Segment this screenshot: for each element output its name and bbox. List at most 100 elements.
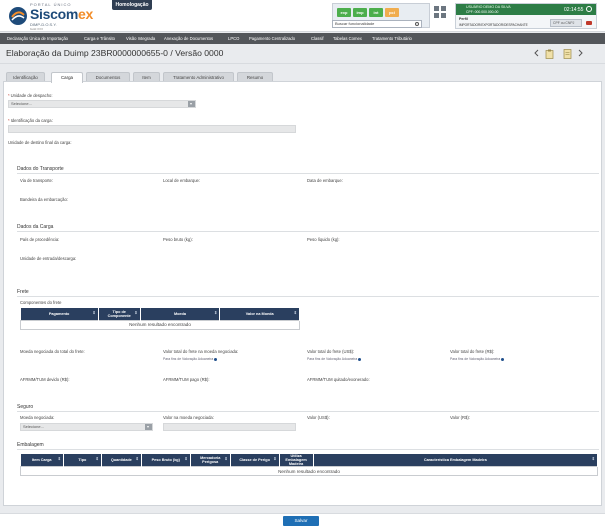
- build-label: build XXX: [30, 27, 44, 31]
- frete-components-table: Pagamento ⇕ Tipo de Componente ⇕ Moeda ⇕ Va…: [20, 308, 300, 330]
- sort-icon: ⇕: [57, 456, 61, 461]
- nav-item-lpco[interactable]: LPCO: [228, 33, 239, 44]
- hint-text: Para fins de Valoração Aduaneira: [163, 357, 214, 361]
- user-name: USUÁRIO DEMO DA SILVA: [466, 5, 511, 9]
- afrmm-pago-label: AFRMM/TUM pago (R$):: [163, 377, 210, 382]
- module-exp[interactable]: exp: [337, 8, 351, 17]
- cart-icon[interactable]: [586, 21, 592, 25]
- col-moeda[interactable]: Moeda ⇕: [140, 308, 221, 320]
- identificacao-carga-label-text: Identificação da carga:: [10, 118, 53, 123]
- module-int[interactable]: int: [369, 8, 383, 17]
- empty-message: Nenhum resultado encontrado: [20, 319, 300, 330]
- sort-icon: ⇕: [184, 456, 188, 461]
- sort-icon: ⇕: [293, 310, 297, 315]
- embalagem-table: Item Carga ⇕ Tipo ⇕ Quantidade ⇕ Peso Bruto…: [20, 454, 599, 476]
- bandeira-label: Bandeira da embarcação:: [20, 197, 68, 202]
- col-label: Mercadoria Perigosa: [200, 456, 221, 464]
- afrmm-quitado-label: AFRMM/TUM quitado/exonerado:: [307, 377, 370, 382]
- table-row: Nenhum resultado encontrado: [20, 319, 300, 330]
- hint-valoracao: Para fins de Valoração Aduaneira: [163, 357, 218, 361]
- moeda-seguro-value: Selecione...: [23, 424, 44, 429]
- search-input[interactable]: Buscar funcionalidade: [332, 20, 422, 28]
- tab-carga[interactable]: Carga: [51, 72, 83, 83]
- section-seguro: Seguro: [17, 404, 34, 410]
- col-utiliza-madeira[interactable]: Utiliza Embalagem Madeira: [279, 454, 314, 467]
- col-label: Utiliza Embalagem Madeira: [285, 454, 307, 466]
- nav-item-duimp[interactable]: Declaração Única de Importação: [7, 33, 68, 44]
- col-classe-perigo[interactable]: Classe de Perigo ⇕: [230, 454, 280, 467]
- unidade-despacho-value: Selecione...: [11, 101, 32, 106]
- chevron-down-icon: [188, 101, 195, 107]
- apps-grid-icon[interactable]: [434, 6, 447, 19]
- identificacao-carga-input[interactable]: [8, 125, 296, 133]
- session-timer: 02:14:55: [564, 7, 584, 13]
- col-label: Item Carga: [31, 458, 52, 462]
- section-dados-transporte: Dados do Transporte: [17, 166, 64, 172]
- chevron-down-icon: [145, 424, 152, 430]
- afrmm-devido-label: AFRMM/TUM devido (R$):: [20, 377, 70, 382]
- clipboard-icon[interactable]: [545, 49, 554, 59]
- col-valor-moeda[interactable]: Valor na Moeda ⇕: [219, 308, 300, 320]
- col-item-carga[interactable]: Item Carga ⇕: [20, 454, 64, 467]
- module-pcl[interactable]: pcl: [385, 8, 399, 17]
- nav-item-visao[interactable]: Visão Integrada: [126, 33, 155, 44]
- document-icon[interactable]: [563, 49, 572, 59]
- info-icon[interactable]: [214, 357, 218, 361]
- nav-item-classif[interactable]: Classif: [311, 33, 324, 44]
- module-imp[interactable]: imp: [353, 8, 367, 17]
- col-tipo[interactable]: Tipo ⇕: [63, 454, 102, 467]
- page-root: PORTAL ÚNICO Siscomex DIMP-D.O.S.Y. buil…: [0, 0, 605, 530]
- local-embarque-label: Local de embarque:: [163, 178, 201, 183]
- save-button[interactable]: Salvar: [283, 516, 319, 526]
- perfil-value: IMPORTADOR/EXPORTADOR/DESPACHANTE: [459, 23, 528, 27]
- unidade-despacho-select[interactable]: Selecione...: [8, 100, 196, 108]
- section-divider: [17, 449, 599, 450]
- nav-item-anexacao[interactable]: Anexação de Documentos: [164, 33, 213, 44]
- chevron-left-icon[interactable]: [533, 49, 539, 57]
- power-icon[interactable]: [586, 6, 592, 12]
- via-transporte-label: Via de transporte:: [20, 178, 53, 183]
- table-header-row: Pagamento ⇕ Tipo de Componente ⇕ Moeda ⇕ Va…: [20, 308, 300, 320]
- brand-logo[interactable]: Siscomex: [30, 6, 93, 22]
- data-embarque-label: Data de embarque:: [307, 178, 343, 183]
- tab-content-carga: [3, 81, 602, 506]
- peso-bruto-label: Peso bruto (kg):: [163, 237, 193, 242]
- nav-item-carga[interactable]: Carga e Trânsito: [84, 33, 115, 44]
- col-mercadoria-perigosa[interactable]: Mercadoria Perigosa ⇕: [190, 454, 231, 467]
- empty-message: Nenhum resultado encontrado: [20, 466, 598, 476]
- col-quantidade[interactable]: Quantidade ⇕: [101, 454, 142, 467]
- brand-main: Siscom: [30, 6, 78, 22]
- top-header: PORTAL ÚNICO Siscomex DIMP-D.O.S.Y. buil…: [0, 0, 605, 32]
- sort-icon: ⇕: [95, 456, 99, 461]
- search-icon[interactable]: [415, 22, 419, 26]
- nav-item-tabelas[interactable]: Tabelas Comex: [333, 33, 362, 44]
- valor-seguro-moeda-input[interactable]: [163, 423, 296, 431]
- componentes-frete-label: Componentes do frete: [20, 300, 62, 305]
- nav-item-tratamento[interactable]: Tratamento Tributário: [372, 33, 412, 44]
- main-nav: Declaração Única de Importação Carga e T…: [0, 33, 605, 44]
- perfil-select[interactable]: CPF ou CNPJ: [550, 19, 582, 27]
- col-tipo-componente[interactable]: Tipo de Componente ⇕: [98, 308, 141, 320]
- col-caracteristica-madeira[interactable]: Característica Embalagem Madeira ⇕: [313, 454, 599, 467]
- environment-badge: Homologação: [112, 0, 152, 10]
- info-icon[interactable]: [358, 357, 362, 361]
- col-label: Valor na Moeda: [245, 311, 274, 316]
- valor-seguro-brl-label: Valor (R$):: [450, 415, 470, 420]
- sort-icon: ⇕: [92, 310, 96, 315]
- col-label: Classe de Perigo: [239, 458, 270, 462]
- sort-icon: ⇕: [213, 310, 218, 315]
- col-peso-bruto[interactable]: Peso Bruto (kg) ⇕: [141, 454, 191, 467]
- moeda-seguro-select[interactable]: Selecione...: [20, 423, 153, 431]
- section-dados-carga: Dados da Carga: [17, 224, 54, 230]
- col-label: Moeda: [173, 311, 186, 316]
- perfil-label: Perfil: [459, 17, 468, 21]
- info-icon[interactable]: [501, 357, 505, 361]
- section-divider: [17, 173, 599, 174]
- user-panel: USUÁRIO DEMO DA SILVA CPF: 000.000.000-0…: [455, 3, 597, 29]
- chevron-right-icon[interactable]: [578, 49, 584, 57]
- user-band: USUÁRIO DEMO DA SILVA CPF: 000.000.000-0…: [456, 4, 596, 15]
- hint-valoracao: Para fins de Valoração Aduaneira: [450, 357, 505, 361]
- col-pagamento[interactable]: Pagamento ⇕: [20, 308, 99, 320]
- valor-frete-brl-label: Valor total do frete (R$):: [450, 349, 495, 354]
- nav-item-pagamento[interactable]: Pagamento Centralizado: [249, 33, 295, 44]
